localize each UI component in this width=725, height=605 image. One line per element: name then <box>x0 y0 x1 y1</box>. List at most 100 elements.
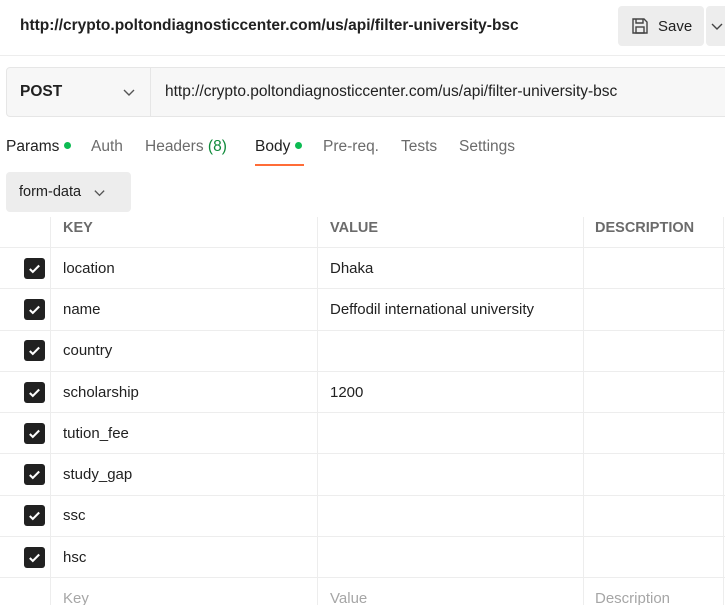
row-checkbox[interactable] <box>23 340 45 362</box>
row-check-cell <box>0 495 51 537</box>
row-check-cell <box>0 248 51 289</box>
tab-tests[interactable]: Tests <box>401 138 437 156</box>
checkmark-icon <box>28 470 40 480</box>
url-input[interactable]: http://crypto.poltondiagnosticcenter.com… <box>151 68 725 116</box>
key-cell[interactable]: location <box>51 248 318 289</box>
save-button[interactable]: Save <box>618 6 704 46</box>
table-row: country <box>0 330 725 372</box>
new-entry-row: Key Value Description <box>0 578 725 605</box>
save-label: Save <box>658 17 693 35</box>
chevron-down-icon <box>123 89 135 96</box>
tab-prereq[interactable]: Pre-req. <box>323 138 379 156</box>
params-indicator-dot <box>64 142 72 149</box>
row-check-cell <box>0 578 51 605</box>
key-cell[interactable]: country <box>51 330 318 371</box>
tab-auth-label: Auth <box>91 138 123 155</box>
checkmark-icon <box>28 553 40 563</box>
checkmark-icon <box>28 305 40 315</box>
description-cell[interactable] <box>584 413 724 454</box>
value-cell[interactable] <box>318 413 584 454</box>
table-row: study_gap <box>0 454 725 496</box>
row-checkbox[interactable] <box>23 505 45 527</box>
tab-body-label: Body <box>255 138 291 155</box>
tab-headers[interactable]: Headers (8) <box>145 138 227 156</box>
tab-prereq-label: Pre-req. <box>323 138 379 155</box>
tab-body[interactable]: Body <box>255 138 303 156</box>
new-description-input[interactable]: Description <box>584 578 724 605</box>
tab-settings-label: Settings <box>459 138 516 155</box>
save-icon <box>632 18 648 34</box>
value-cell[interactable] <box>318 537 584 578</box>
key-cell[interactable]: study_gap <box>51 454 318 495</box>
key-cell[interactable]: scholarship <box>51 371 318 413</box>
column-header-description: DESCRIPTION <box>584 217 724 247</box>
chevron-down-icon <box>94 189 105 196</box>
description-cell[interactable] <box>584 495 724 537</box>
table-row: hsc <box>0 537 725 579</box>
tab-auth[interactable]: Auth <box>91 138 123 156</box>
table-row: name Deffodil international university <box>0 289 725 331</box>
active-tab-underline <box>255 164 304 166</box>
checkmark-icon <box>28 264 40 274</box>
checkmark-icon <box>28 512 40 521</box>
column-header-value: VALUE <box>318 217 584 247</box>
method-label: POST <box>20 83 63 100</box>
row-checkbox[interactable] <box>23 422 45 444</box>
tab-params-label: Params <box>6 138 60 155</box>
row-check-cell <box>0 371 51 413</box>
request-tabs: Params Auth Headers (8) Body Pre-req. Te… <box>0 134 725 168</box>
row-check-cell <box>0 330 51 371</box>
table-row: ssc <box>0 495 725 538</box>
description-cell[interactable] <box>584 248 724 289</box>
key-cell[interactable]: name <box>51 289 318 330</box>
row-checkbox[interactable] <box>23 298 45 320</box>
row-checkbox[interactable] <box>23 257 45 279</box>
value-cell[interactable] <box>318 330 584 371</box>
table-row: location Dhaka <box>0 248 725 290</box>
value-cell[interactable] <box>318 454 584 495</box>
value-cell[interactable]: Dhaka <box>318 248 584 289</box>
description-cell[interactable] <box>584 454 724 495</box>
description-cell[interactable] <box>584 371 724 413</box>
checkmark-icon <box>28 388 40 397</box>
row-check-cell <box>0 289 51 330</box>
row-check-cell <box>0 537 51 578</box>
key-cell[interactable]: hsc <box>51 537 318 578</box>
row-checkbox[interactable] <box>23 381 45 403</box>
tab-settings[interactable]: Settings <box>459 138 515 156</box>
headers-count: (8) <box>207 138 227 155</box>
title-bar: http://crypto.poltondiagnosticcenter.com… <box>0 0 725 56</box>
row-checkbox[interactable] <box>23 546 45 568</box>
tab-params[interactable]: Params <box>6 138 72 156</box>
save-options-dropdown[interactable] <box>706 6 725 46</box>
column-header-key: KEY <box>51 217 318 247</box>
body-type-select[interactable]: form-data <box>6 172 131 212</box>
value-cell[interactable] <box>318 495 584 537</box>
table-row: tution_fee <box>0 413 725 455</box>
table-row: scholarship 1200 <box>0 371 725 414</box>
tab-tests-label: Tests <box>401 138 438 155</box>
body-indicator-dot <box>295 142 303 149</box>
table-header-row: KEY VALUE DESCRIPTION <box>0 217 725 248</box>
checkmark-icon <box>28 429 40 439</box>
checkmark-icon <box>28 347 40 356</box>
description-cell[interactable] <box>584 289 724 330</box>
key-cell[interactable]: tution_fee <box>51 413 318 454</box>
method-select[interactable]: POST <box>7 68 151 116</box>
form-data-table: KEY VALUE DESCRIPTION location Dhaka nam… <box>0 217 725 605</box>
request-bar: POST http://crypto.poltondiagnosticcente… <box>6 67 725 117</box>
row-check-cell <box>0 413 51 454</box>
value-cell[interactable]: 1200 <box>318 371 584 413</box>
tab-headers-label: Headers <box>145 138 204 155</box>
key-cell[interactable]: ssc <box>51 495 318 537</box>
new-value-input[interactable]: Value <box>318 578 584 605</box>
request-title[interactable]: http://crypto.poltondiagnosticcenter.com… <box>20 17 519 35</box>
body-type-label: form-data <box>19 184 82 200</box>
chevron-down-icon <box>711 23 723 30</box>
description-cell[interactable] <box>584 537 724 578</box>
description-cell[interactable] <box>584 330 724 371</box>
new-key-input[interactable]: Key <box>51 578 318 605</box>
row-checkbox[interactable] <box>23 464 45 486</box>
value-cell[interactable]: Deffodil international university <box>318 289 584 330</box>
row-check-cell <box>0 454 51 495</box>
